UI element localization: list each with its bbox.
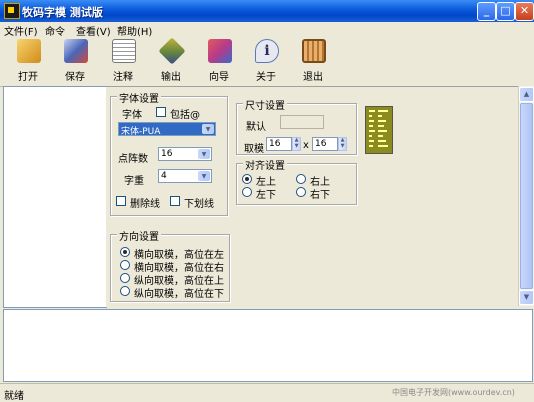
- exit-label: 退出: [303, 72, 323, 83]
- export-label: 输出: [161, 72, 181, 83]
- underline-label: 下划线: [184, 199, 214, 210]
- width-spin-buttons[interactable]: ▲ ▼: [292, 137, 301, 151]
- chevron-down-icon[interactable]: ▼: [198, 149, 210, 159]
- height-spin-buttons[interactable]: ▲ ▼: [338, 137, 347, 151]
- times-sign: x: [303, 140, 309, 151]
- weight-label: 字重: [124, 176, 144, 187]
- size-settings-title: 尺寸设置: [243, 97, 287, 112]
- font-select[interactable]: 宋体-PUA ▼: [118, 122, 216, 137]
- vertical-scrollbar[interactable]: ▲ ▼: [518, 86, 534, 306]
- direction-settings-title: 方向设置: [117, 228, 161, 243]
- export-button[interactable]: 输出: [151, 37, 191, 85]
- save-label: 保存: [65, 72, 85, 83]
- matrix-select-value: 16: [161, 149, 173, 159]
- title-bar[interactable]: 牧码字模 测试版 _ □ ✕: [0, 0, 534, 22]
- glyph-preview: [365, 106, 393, 154]
- left-list-pane[interactable]: [3, 86, 107, 308]
- exit-door-icon: [302, 39, 326, 63]
- comment-button[interactable]: 注释: [103, 39, 143, 85]
- open-button[interactable]: 打开: [8, 39, 48, 85]
- font-label: 字体: [122, 110, 142, 121]
- font-select-value: 宋体-PUA: [121, 127, 161, 137]
- menu-bar: 文件(F) 命令 查看(V) 帮助(H): [0, 22, 534, 38]
- default-size-field: [280, 115, 324, 129]
- scroll-up-icon[interactable]: ▲: [519, 87, 534, 102]
- direction-h-left-radio[interactable]: [120, 247, 130, 257]
- open-folder-icon: [17, 39, 41, 63]
- width-value: 16: [269, 139, 281, 149]
- exit-button[interactable]: 退出: [293, 39, 333, 85]
- align-settings-title: 对齐设置: [243, 157, 287, 172]
- save-button[interactable]: 保存: [55, 39, 95, 85]
- include-at-checkbox[interactable]: [156, 107, 166, 117]
- maximize-button[interactable]: □: [496, 2, 515, 21]
- width-stepper[interactable]: 16: [266, 137, 292, 151]
- matrix-label: 点阵数: [118, 154, 148, 165]
- about-label: 关于: [256, 72, 276, 83]
- font-settings-title: 字体设置: [117, 90, 161, 105]
- align-top-left-radio[interactable]: [242, 174, 252, 184]
- comment-label: 注释: [113, 72, 133, 83]
- close-button[interactable]: ✕: [515, 2, 534, 21]
- direction-v-bottom-radio[interactable]: [120, 286, 130, 296]
- align-bottom-left-radio[interactable]: [242, 187, 252, 197]
- about-button[interactable]: i 关于: [246, 39, 286, 85]
- weight-select-value: 4: [161, 171, 167, 181]
- sample-size-label: 取模: [244, 144, 264, 155]
- direction-v-top-radio[interactable]: [120, 273, 130, 283]
- chevron-down-icon[interactable]: ▼: [198, 171, 210, 181]
- chevron-down-icon[interactable]: ▼: [202, 124, 214, 134]
- spin-down-icon[interactable]: ▼: [339, 144, 346, 149]
- scroll-thumb[interactable]: [520, 103, 533, 289]
- align-settings-group: 对齐设置: [236, 157, 357, 205]
- watermark: 中国电子开发网(www.ourdev.cn): [392, 388, 515, 397]
- wizard-button[interactable]: 向导: [199, 39, 239, 85]
- info-icon: i: [255, 39, 279, 63]
- strikethrough-checkbox[interactable]: [116, 196, 126, 206]
- height-value: 16: [315, 139, 327, 149]
- align-bottom-left-label: 左下: [256, 190, 276, 201]
- direction-v-bottom-label: 纵向取模，高位在下: [134, 289, 224, 300]
- open-label: 打开: [18, 72, 38, 83]
- default-size-label: 默认: [246, 122, 266, 133]
- spin-down-icon[interactable]: ▼: [293, 144, 300, 149]
- save-books-icon: [64, 39, 88, 63]
- align-top-right-radio[interactable]: [296, 174, 306, 184]
- minimize-button[interactable]: _: [477, 2, 496, 21]
- wizard-icon: [208, 39, 232, 63]
- export-book-icon: [158, 37, 186, 65]
- notepad-pen-icon: [112, 39, 136, 63]
- weight-select[interactable]: 4 ▼: [158, 169, 212, 183]
- include-at-label: 包括@: [170, 110, 200, 121]
- matrix-select[interactable]: 16 ▼: [158, 147, 212, 161]
- align-bottom-right-label: 右下: [310, 190, 330, 201]
- direction-h-right-radio[interactable]: [120, 260, 130, 270]
- output-pane[interactable]: [3, 309, 533, 382]
- app-icon: [4, 3, 20, 19]
- window-title: 牧码字模 测试版: [22, 6, 103, 19]
- wizard-label: 向导: [209, 72, 229, 83]
- toolbar: 打开 保存 注释 输出 向导 i 关于 退出: [0, 36, 534, 87]
- scroll-down-icon[interactable]: ▼: [519, 290, 534, 305]
- underline-checkbox[interactable]: [170, 196, 180, 206]
- strikethrough-label: 删除线: [130, 199, 160, 210]
- height-stepper[interactable]: 16: [312, 137, 338, 151]
- align-bottom-right-radio[interactable]: [296, 187, 306, 197]
